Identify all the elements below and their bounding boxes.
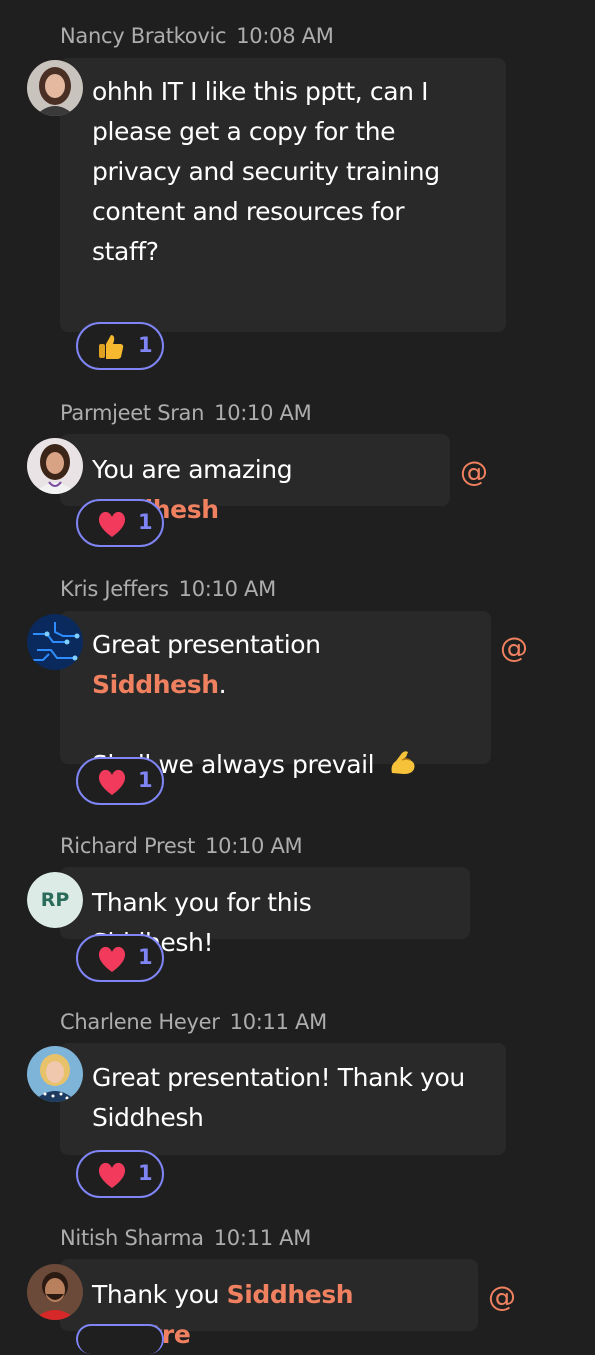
- heart-icon: [96, 944, 128, 978]
- message-meta: Parmjeet Sran 10:10 AM: [60, 401, 312, 425]
- mention-at-icon[interactable]: @: [460, 455, 488, 488]
- avatar[interactable]: [27, 614, 83, 670]
- message-text-line: staff?: [92, 237, 159, 266]
- mention-at-icon[interactable]: @: [500, 631, 528, 664]
- author-name[interactable]: Parmjeet Sran: [60, 401, 204, 425]
- message-item: Nancy Bratkovic 10:08 AM ohhh IT I like t…: [0, 24, 595, 384]
- reaction-count: 1: [138, 333, 153, 357]
- message-text: Thank you: [92, 1280, 227, 1309]
- message-bubble[interactable]: Great presentation! Thank you Siddhesh: [60, 1043, 506, 1155]
- author-name[interactable]: Charlene Heyer: [60, 1010, 220, 1034]
- message-meta: Nitish Sharma 10:11 AM: [60, 1226, 311, 1250]
- message-text: Great presentation: [92, 630, 321, 659]
- reaction-pill[interactable]: 1: [76, 499, 164, 547]
- thumbs-up-icon: [96, 332, 126, 366]
- reaction-count: 1: [138, 510, 153, 534]
- timestamp: 10:11 AM: [213, 1226, 312, 1250]
- mention-link[interactable]: Siddhesh: [92, 670, 219, 699]
- heart-icon: [96, 1160, 128, 1194]
- author-name[interactable]: Kris Jeffers: [60, 577, 169, 601]
- author-name[interactable]: Nancy Bratkovic: [60, 24, 227, 48]
- message-bubble[interactable]: Thank you Siddhesh Mhatre: [60, 1259, 478, 1349]
- message-item: Richard Prest 10:10 AM Thank you for this…: [0, 834, 595, 994]
- message-item: Charlene Heyer 10:11 AM Great presentatio…: [0, 1010, 595, 1210]
- message-bubble[interactable]: Great presentation Siddhesh. Shall we al…: [60, 611, 491, 779]
- avatar[interactable]: [27, 1264, 83, 1320]
- author-name[interactable]: Nitish Sharma: [60, 1226, 204, 1250]
- mention-at-icon[interactable]: @: [488, 1280, 516, 1313]
- message-meta: Charlene Heyer 10:11 AM: [60, 1010, 327, 1034]
- message-text-line: please get a copy for the: [92, 117, 396, 146]
- message-meta: Richard Prest 10:10 AM: [60, 834, 303, 858]
- message-meta: Nancy Bratkovic 10:08 AM: [60, 24, 334, 48]
- reaction-pill[interactable]: 1: [76, 322, 164, 370]
- message-text-line: Siddhesh: [92, 1103, 204, 1132]
- message-item: Parmjeet Sran 10:10 AM You are amazing Si…: [0, 401, 595, 561]
- timestamp: 10:08 AM: [236, 24, 334, 48]
- timestamp: 10:11 AM: [229, 1010, 328, 1034]
- message-text-punct: .: [218, 670, 227, 699]
- reaction-count: 1: [138, 1161, 153, 1185]
- author-name[interactable]: Richard Prest: [60, 834, 195, 858]
- avatar[interactable]: RP: [27, 872, 83, 928]
- timestamp: 10:10 AM: [205, 834, 303, 858]
- message-item: Kris Jeffers 10:10 AM Great presentation …: [0, 577, 595, 817]
- reaction-pill[interactable]: 1: [76, 757, 164, 805]
- avatar[interactable]: [27, 438, 83, 494]
- avatar[interactable]: [27, 60, 83, 116]
- flexed-biceps-icon: [388, 747, 418, 789]
- message-text-line: ohhh IT I like this pptt, can I: [92, 77, 429, 106]
- message-bubble[interactable]: You are amazing Siddhesh: [60, 434, 450, 524]
- reaction-count: 1: [138, 945, 153, 969]
- heart-icon: [96, 509, 128, 543]
- reaction-count: 1: [138, 768, 153, 792]
- message-text-line: Great presentation! Thank you: [92, 1063, 465, 1092]
- message-text: You are amazing: [92, 455, 293, 484]
- message-text-line: privacy and security training: [92, 157, 440, 186]
- timestamp: 10:10 AM: [178, 577, 277, 601]
- avatar[interactable]: [27, 1046, 83, 1102]
- message-text-line: content and resources for: [92, 197, 405, 226]
- timestamp: 10:10 AM: [214, 401, 312, 425]
- heart-icon: [96, 767, 128, 801]
- reaction-pill[interactable]: 1: [76, 1150, 164, 1198]
- message-meta: Kris Jeffers 10:10 AM: [60, 577, 276, 601]
- message-bubble[interactable]: Thank you for this Siddhesh!: [60, 867, 470, 957]
- message-item: Nitish Sharma 10:11 AM Thank you Siddhesh…: [0, 1226, 595, 1354]
- avatar-initials: RP: [27, 872, 83, 928]
- message-text-line: Great presentation Siddhesh.: [92, 625, 459, 705]
- reaction-pill[interactable]: 1: [76, 934, 164, 982]
- message-bubble[interactable]: ohhh IT I like this pptt, can I please g…: [60, 58, 506, 332]
